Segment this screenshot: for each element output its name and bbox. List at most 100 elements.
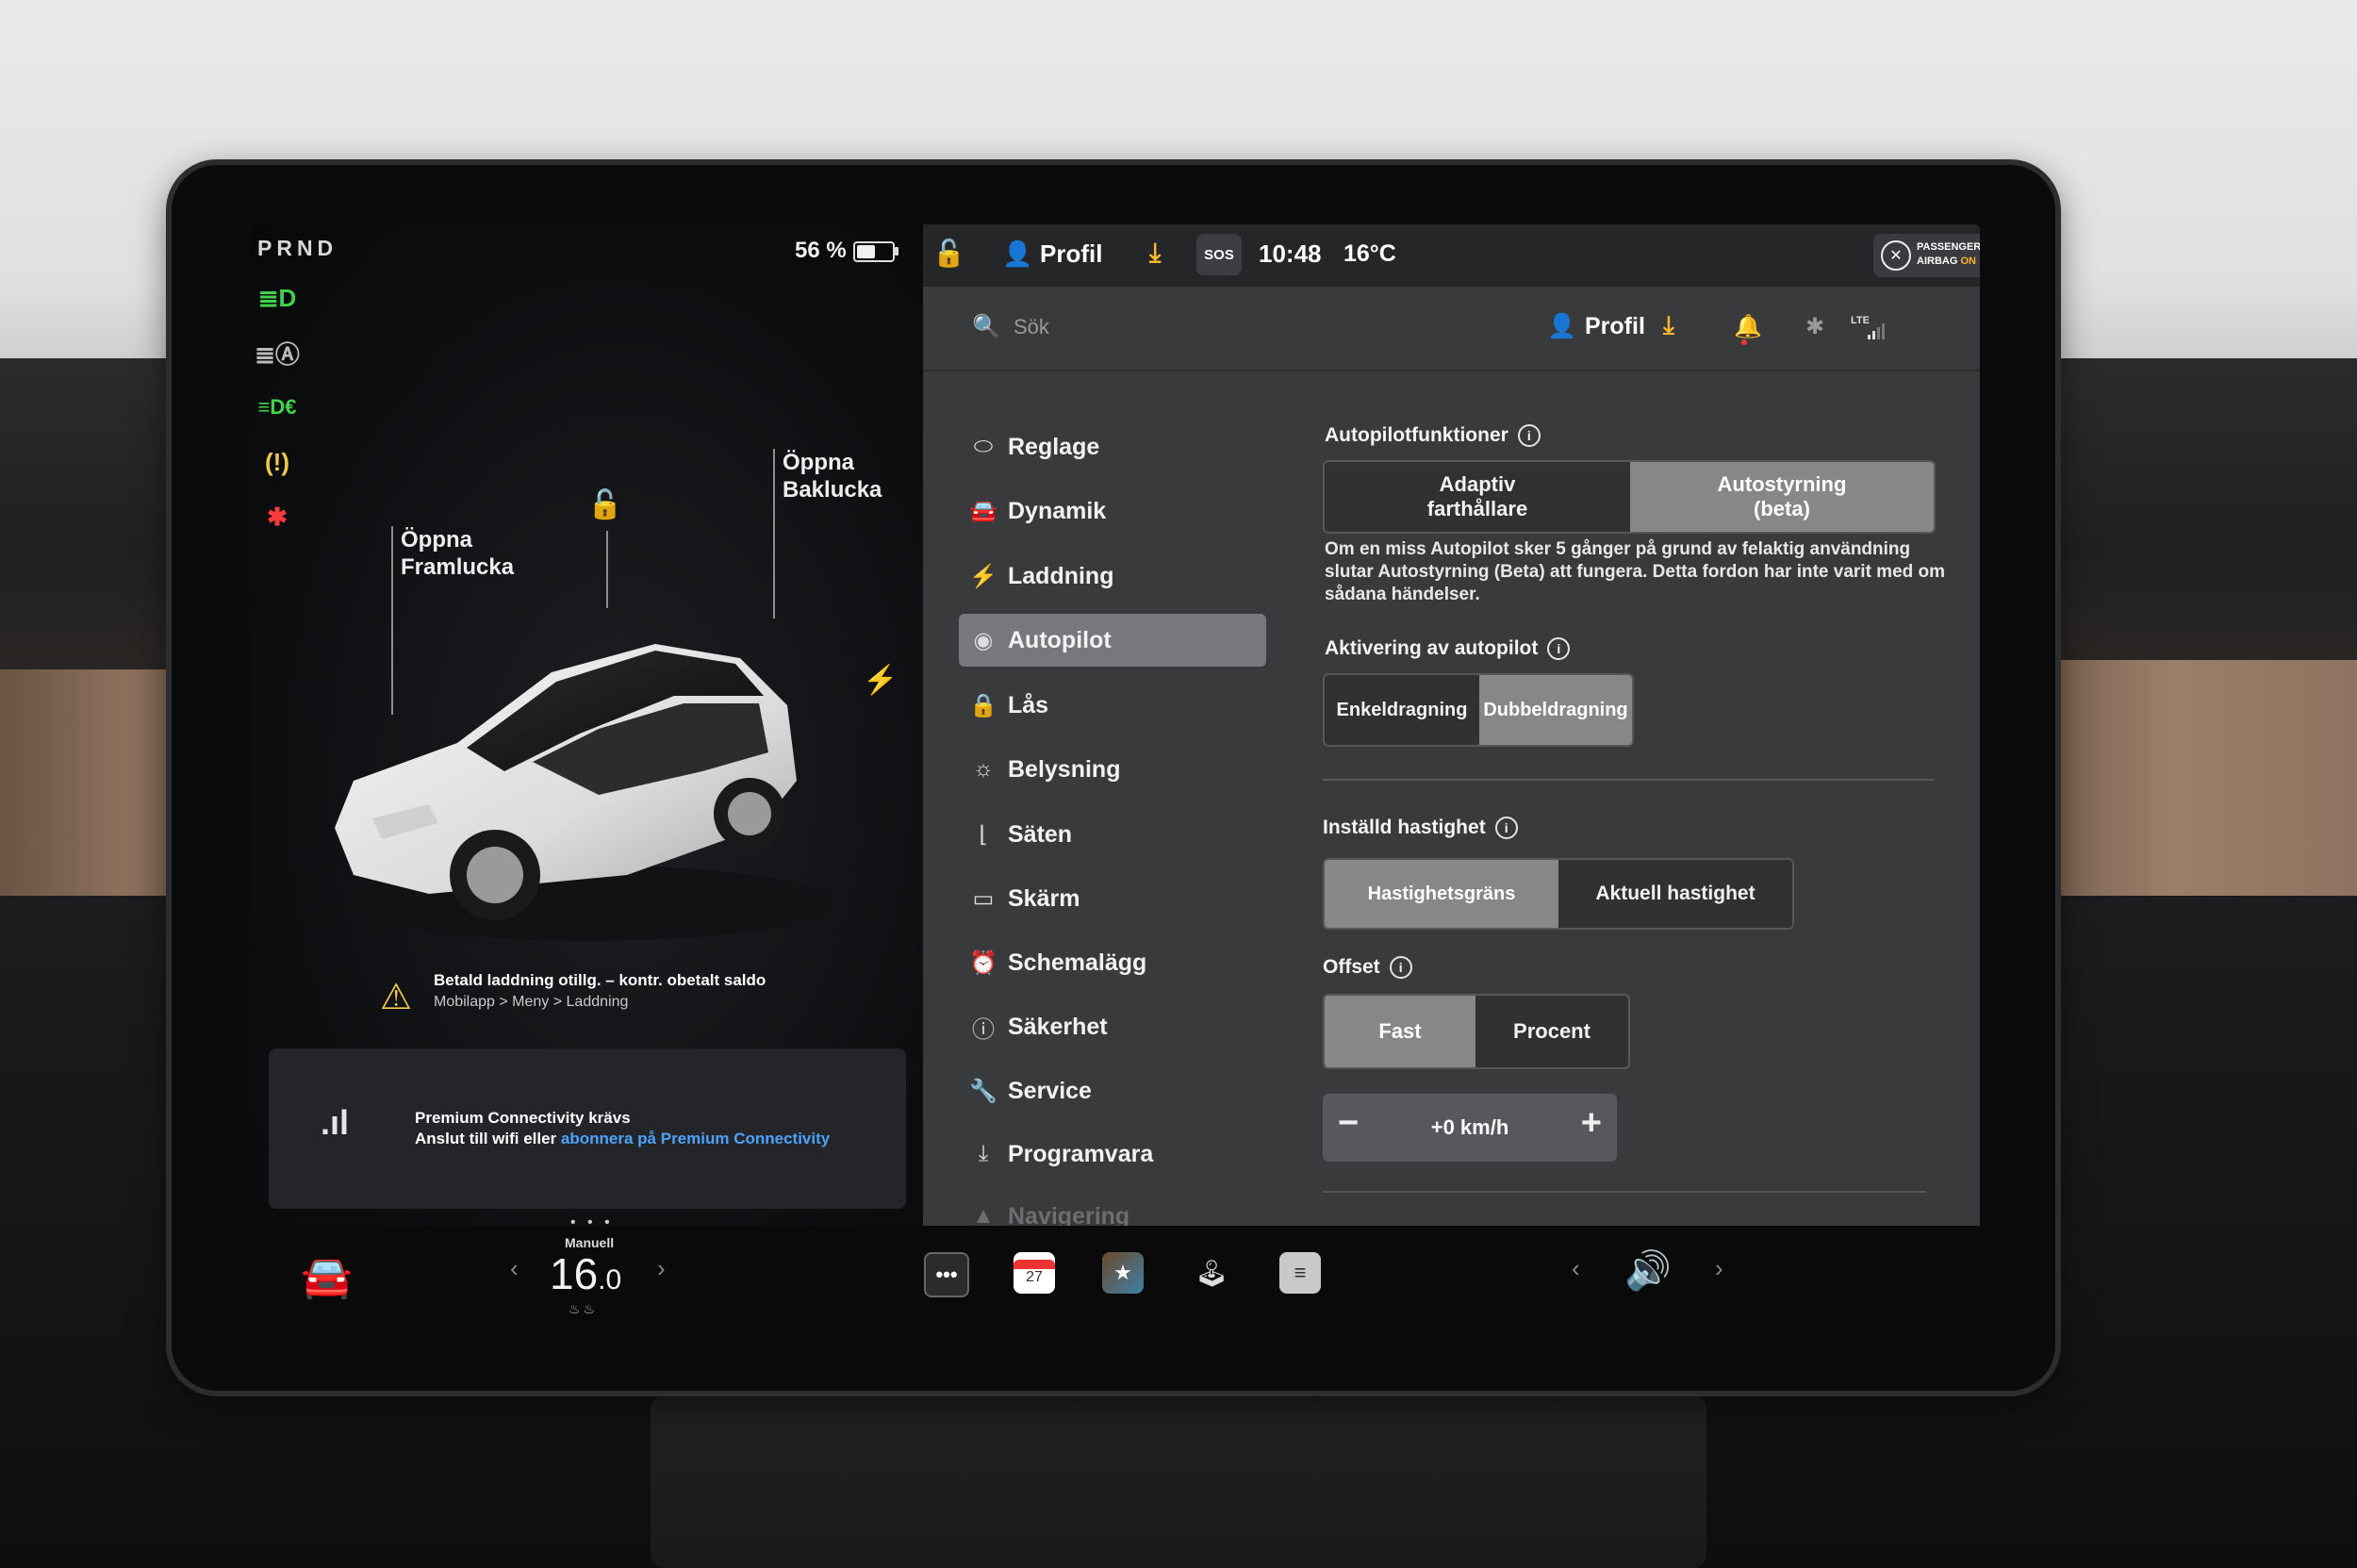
nav-item-skarm[interactable]: ▭ Skärm [959,872,1266,925]
seatbelt-warning-icon: ✱ [267,502,288,531]
connectivity-prefix: Anslut till wifi eller [415,1130,561,1147]
info-icon[interactable]: i [1517,424,1541,448]
profile-button[interactable]: Profil [1040,239,1102,269]
nav-item-laddning[interactable]: ⚡ Laddning [959,550,1266,602]
calendar-icon[interactable]: 27 [1014,1252,1055,1294]
gear-selector: PRND [257,236,338,260]
adaptive-cruise-option[interactable]: Adaptiv farthållare [1325,462,1630,532]
dashcam-viewer-icon[interactable]: ≡ [1279,1252,1321,1294]
nav-label: Säten [1008,820,1073,848]
cabin-temperature[interactable]: 16.0 [550,1248,621,1299]
open-frunk-label-1: Öppna [401,527,472,553]
nav-label: Belysning [1008,755,1121,783]
nav-label: Service [1008,1077,1092,1104]
subscribe-link[interactable]: abonnera på Premium Connectivity [561,1130,830,1147]
set-speed-label: Inställd hastighet [1323,817,1486,838]
increase-offset-button[interactable]: + [1581,1103,1602,1144]
nav-item-saten[interactable]: ⌊ Säten [959,808,1266,861]
temp-increase-button[interactable]: › [657,1254,666,1283]
nav-item-schemalagg[interactable]: ⏰ Schemalägg [959,936,1266,989]
airbag-icon: ✕ [1881,240,1911,271]
nav-item-dynamik[interactable]: 🚘 Dynamik [959,485,1266,537]
airbag-text: PASSENGER AIRBAG ON [1917,240,1980,269]
nav-item-reglage[interactable]: ⬭ Reglage [959,421,1266,473]
warning-path: Mobilapp > Meny > Laddning [434,994,629,1010]
seat-icon: ⌊ [979,821,988,848]
nav-label: Laddning [1008,562,1114,589]
battery-percent: 56 % [795,238,847,263]
section-divider-bottom [1323,1191,1926,1193]
volume-up-button[interactable]: › [1715,1254,1723,1283]
car-icon: 🚘 [969,498,997,524]
search-input[interactable] [1012,311,1298,343]
charge-port-icon[interactable]: ⚡ [863,664,898,697]
nav-item-sakerhet[interactable]: ⓘ Säkerhet [959,1000,1266,1053]
clock: 10:48 [1259,239,1322,268]
bottom-dock: 🚘 Manuell ‹ 16.0 › ♨♨ ••• 27 ★ 🕹 ≡ ‹ 🔊 › [250,1226,1980,1328]
nav-item-autopilot[interactable]: ◉ Autopilot [959,614,1266,667]
notification-dot [1741,339,1747,345]
center-console [651,1395,1706,1568]
open-frunk-button[interactable]: Öppna Framlucka [401,526,514,581]
percent-offset-option[interactable]: Procent [1475,996,1628,1067]
temp-decimal: .0 [598,1264,622,1296]
no-connectivity-icon: .ıl [321,1103,350,1142]
header-update-icon[interactable]: ⤓ [1663,311,1674,341]
calendar-day: 27 [1026,1269,1043,1285]
offset-title: Offset i [1323,956,1412,980]
steering-wheel-icon: ◉ [973,627,994,653]
software-update-icon[interactable]: ⤓ [1149,238,1161,269]
profile-icon: 👤 [1002,239,1033,268]
toybox-icon[interactable]: ★ [1102,1252,1144,1294]
adaptive-cruise-line1: Adaptiv [1439,472,1516,496]
airbag-line1: PASSENGER [1917,241,1980,253]
car-status-pane: PRND 56 % ≣D ≣Ⓐ ≡D€ (!) ✱ Öppna Framluck… [250,224,923,1230]
double-pull-option[interactable]: Dubbeldragning [1479,675,1632,745]
airbag-state: ON [1960,256,1976,267]
info-icon[interactable]: i [1494,817,1518,840]
single-pull-option[interactable]: Enkeldragning [1325,675,1479,745]
fixed-offset-option[interactable]: Fast [1325,996,1475,1067]
fog-lights-icon: ≡D€ [257,395,297,419]
nav-label: Programvara [1008,1140,1154,1167]
set-speed-title: Inställd hastighet i [1323,817,1518,840]
unlock-icon[interactable]: 🔓 [587,488,622,521]
car-3d-model [335,644,834,941]
header-profile-button[interactable]: Profil [1585,313,1645,340]
bluetooth-icon[interactable]: ✱ [1805,313,1824,340]
info-icon[interactable]: i [1547,637,1571,661]
nav-item-belysning[interactable]: ☼ Belysning [959,743,1266,796]
lock-status-icon[interactable]: 🔓 [932,238,965,269]
sos-button[interactable]: SOS [1196,234,1242,275]
volume-icon[interactable]: 🔊 [1624,1248,1672,1293]
info-icon[interactable]: i [1389,956,1412,980]
open-frunk-label-2: Framlucka [401,554,515,580]
nav-item-las[interactable]: 🔒 Lås [959,679,1266,732]
volume-down-button[interactable]: ‹ [1572,1254,1580,1283]
warning-text: Betald laddning otillg. – kontr. obetalt… [434,971,766,989]
autosteer-line2: (beta) [1754,497,1810,520]
nav-label: Lås [1008,691,1049,718]
lock-icon: 🔒 [969,692,997,718]
temp-decrease-button[interactable]: ‹ [510,1254,519,1283]
nav-item-service[interactable]: 🔧 Service [959,1065,1266,1117]
open-trunk-button[interactable]: Öppna Baklucka [783,449,882,503]
nav-item-programvara[interactable]: ⤓ Programvara [959,1128,1266,1180]
header-divider [923,370,1980,371]
speed-limit-option[interactable]: Hastighetsgräns [1325,860,1558,928]
current-speed-option[interactable]: Aktuell hastighet [1558,860,1792,928]
status-bar: 🔓 👤 Profil ⤓ SOS 10:48 16°C ✕ PASSENGER … [923,224,1980,287]
toggle-icon: ⬭ [973,434,994,459]
connectivity-card[interactable]: .ıl Premium Connectivity krävs Anslut ti… [269,1048,906,1209]
seat-heater-icons[interactable]: ♨♨ [569,1301,598,1317]
more-apps-icon[interactable]: ••• [924,1252,969,1297]
warning-triangle-icon: ⚠ [380,978,413,1017]
display-icon: ▭ [972,885,995,912]
autosteer-line1: Autostyrning [1717,472,1847,496]
nav-label: Reglage [1008,433,1100,460]
car-icon[interactable]: 🚘 [301,1252,353,1301]
passenger-airbag-status: ✕ PASSENGER AIRBAG ON [1873,234,1980,277]
autosteer-option[interactable]: Autostyrning (beta) [1630,462,1934,532]
arcade-joystick-icon[interactable]: 🕹 [1191,1252,1232,1294]
notifications-icon[interactable]: 🔔 [1734,313,1762,340]
